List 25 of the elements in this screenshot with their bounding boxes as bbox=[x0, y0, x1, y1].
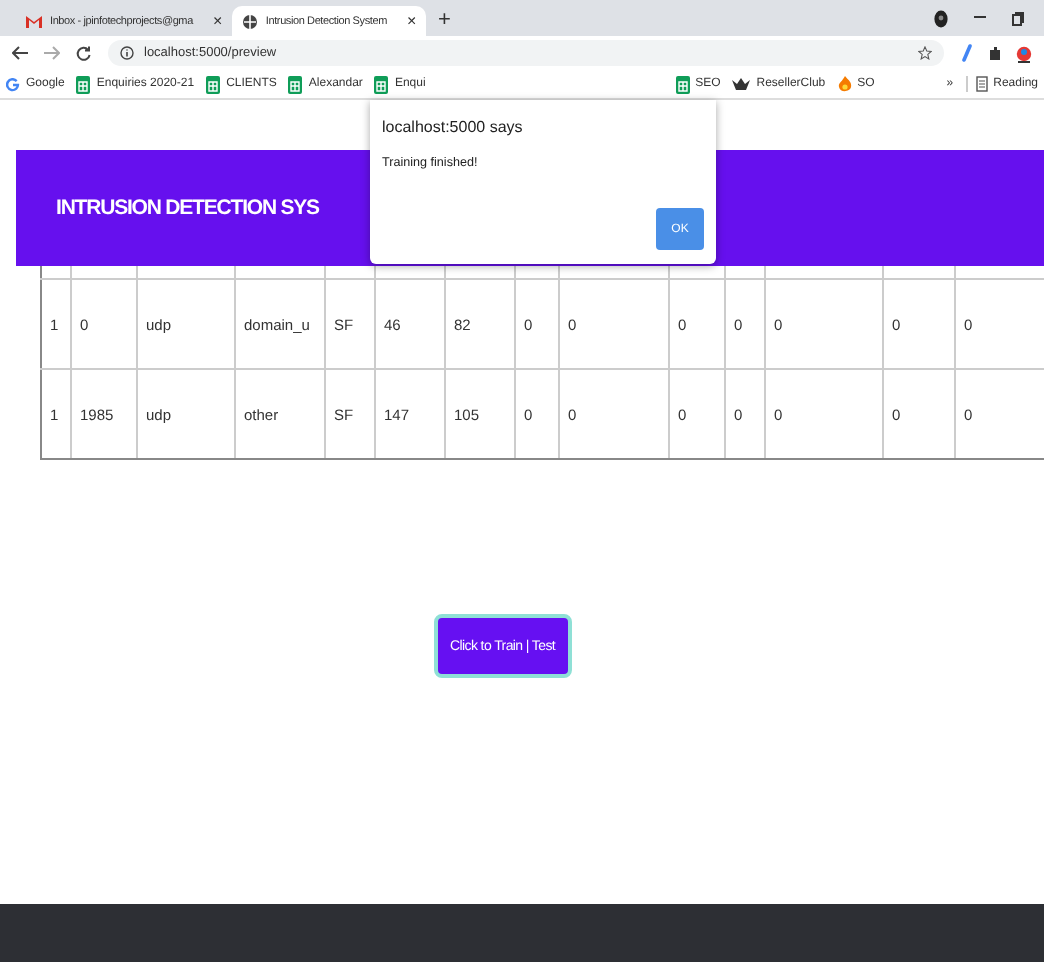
link-icon[interactable] bbox=[960, 44, 974, 62]
crown-icon bbox=[732, 77, 751, 91]
globe-icon bbox=[241, 13, 258, 29]
mail-icon bbox=[26, 15, 42, 27]
info-icon bbox=[120, 46, 134, 60]
list-icon bbox=[975, 76, 988, 92]
dialog-title: localhost:5000 says bbox=[382, 118, 525, 136]
app-title: INTRUSION DETECTION SYS bbox=[56, 196, 319, 220]
spreadsheet-icon bbox=[675, 75, 690, 93]
spreadsheet-icon bbox=[374, 75, 389, 93]
back-icon[interactable] bbox=[12, 46, 28, 60]
avatar-icon[interactable] bbox=[934, 9, 948, 27]
restore-icon[interactable] bbox=[1012, 11, 1024, 25]
spreadsheet-icon bbox=[76, 75, 91, 93]
flame-icon bbox=[837, 76, 852, 92]
google-icon bbox=[6, 77, 20, 91]
avatar-icon[interactable] bbox=[1016, 43, 1032, 63]
new-tab-button[interactable]: + bbox=[437, 8, 451, 32]
reload-icon[interactable] bbox=[76, 45, 92, 61]
close-tab-button[interactable]: × bbox=[406, 12, 416, 30]
minimize-icon[interactable] bbox=[974, 16, 986, 20]
close-tab-button[interactable]: × bbox=[212, 12, 222, 30]
spreadsheet-icon bbox=[288, 75, 303, 93]
star-icon[interactable] bbox=[918, 46, 932, 60]
spreadsheet-icon bbox=[206, 75, 221, 93]
